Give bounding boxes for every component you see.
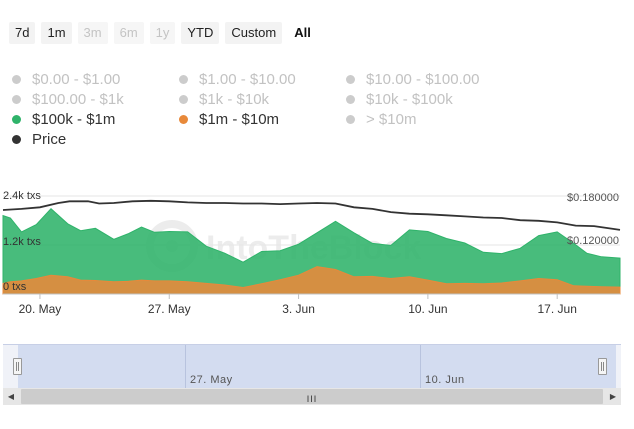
legend-marker-icon xyxy=(179,75,188,84)
range-button-custom[interactable]: Custom xyxy=(225,22,283,44)
scrollbar-grip: III xyxy=(306,394,318,404)
x-tick-label: 3. Jun xyxy=(282,302,315,316)
range-button-1m[interactable]: 1m xyxy=(41,22,72,44)
chart-legend: $0.00 - $1.00 $1.00 - $10.00 $10.00 - $100… xyxy=(12,70,513,149)
legend-marker-icon xyxy=(179,115,188,124)
scrollbar-thumb[interactable]: III xyxy=(21,389,603,404)
y-right-tick-label: $0.120000 xyxy=(567,235,619,247)
navigator-divider xyxy=(420,345,421,388)
navigator-date-label: 10. Jun xyxy=(425,374,465,386)
legend-label: $10k - $100k xyxy=(366,91,453,108)
range-button-6m[interactable]: 6m xyxy=(113,22,144,44)
chart-scrollbar[interactable]: ◀ III ▶ xyxy=(3,388,621,405)
legend-marker-icon xyxy=(346,95,355,104)
range-selector: 7d 1m 3m 6m 1y YTD Custom All xyxy=(9,22,317,44)
legend-item[interactable]: Price xyxy=(12,130,179,149)
navigator-selection[interactable] xyxy=(18,345,616,388)
legend-item[interactable]: $100.00 - $1k xyxy=(12,90,179,109)
legend-item[interactable]: > $10m xyxy=(346,110,513,129)
legend-marker-icon xyxy=(12,75,21,84)
navigator-divider xyxy=(185,345,186,388)
transactions-by-size-chart: IntoTheBlock 2.4k txs 1.2k txs 0 txs $0.… xyxy=(2,190,621,316)
legend-item[interactable]: $10k - $100k xyxy=(346,90,513,109)
x-tick-label: 10. Jun xyxy=(408,302,447,316)
x-tick-label: 17. Jun xyxy=(538,302,577,316)
range-button-all[interactable]: All xyxy=(288,22,317,44)
y-left-tick-label: 0 txs xyxy=(3,281,27,293)
legend-label: $1k - $10k xyxy=(199,91,270,108)
y-left-tick-label: 2.4k txs xyxy=(3,190,41,202)
legend-label: > $10m xyxy=(366,111,417,128)
x-tick-label: 20. May xyxy=(19,302,62,316)
legend-marker-icon xyxy=(346,75,355,84)
legend-label: Price xyxy=(32,131,67,148)
navigator-right-handle[interactable] xyxy=(598,358,607,375)
navigator-date-label: 27. May xyxy=(190,374,233,386)
legend-item[interactable]: $10.00 - $100.00 xyxy=(346,70,513,89)
legend-item[interactable]: $0.00 - $1.00 xyxy=(12,70,179,89)
legend-label: $0.00 - $1.00 xyxy=(32,71,121,88)
legend-marker-icon xyxy=(12,115,21,124)
legend-marker-icon xyxy=(12,95,21,104)
legend-label: $1.00 - $10.00 xyxy=(199,71,296,88)
navigator-left-handle[interactable] xyxy=(13,358,22,375)
range-button-7d[interactable]: 7d xyxy=(9,22,36,44)
legend-label: $100.00 - $1k xyxy=(32,91,124,108)
range-button-ytd[interactable]: YTD xyxy=(181,22,220,44)
legend-label: $1m - $10m xyxy=(199,111,280,128)
x-tick-label: 27. May xyxy=(148,302,191,316)
legend-item[interactable]: $1.00 - $10.00 xyxy=(179,70,346,89)
legend-item[interactable]: $100k - $1m xyxy=(12,110,179,129)
y-left-tick-label: 1.2k txs xyxy=(3,236,41,248)
range-button-3m[interactable]: 3m xyxy=(77,22,108,44)
range-button-1y[interactable]: 1y xyxy=(149,22,176,44)
y-right-tick-label: $0.180000 xyxy=(567,192,619,204)
legend-marker-icon xyxy=(346,115,355,124)
scroll-right-arrow-icon[interactable]: ▶ xyxy=(605,388,621,405)
legend-item[interactable]: $1m - $10m xyxy=(179,110,346,129)
legend-label: $100k - $1m xyxy=(32,111,116,128)
scroll-left-arrow-icon[interactable]: ◀ xyxy=(3,388,19,405)
price-line xyxy=(2,199,621,231)
legend-item[interactable]: $1k - $10k xyxy=(179,90,346,109)
legend-label: $10.00 - $100.00 xyxy=(366,71,480,88)
legend-marker-icon xyxy=(12,135,21,144)
legend-marker-icon xyxy=(179,95,188,104)
